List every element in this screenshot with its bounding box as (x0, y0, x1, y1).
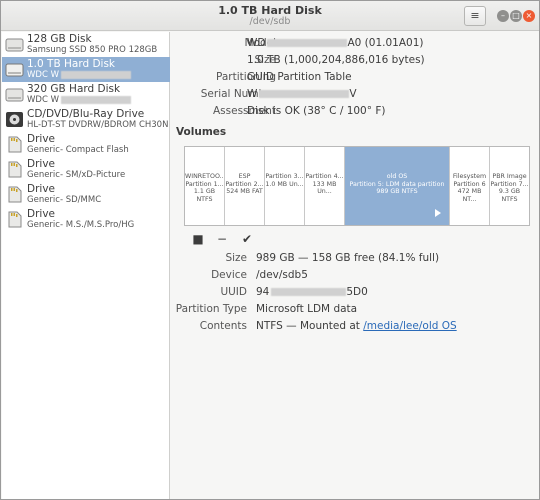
partition-block-3[interactable]: Partition 3... 1.0 MB Un... (265, 147, 305, 225)
assessment-value: Disk is OK (38° C / 100° F) (247, 105, 386, 117)
unmount-stop-icon[interactable]: ■ (191, 232, 205, 246)
partition-size-value: 989 GB — 158 GB free (84.1% full) (256, 252, 440, 264)
drive-item-sm-xd-picture[interactable]: Drive Generic- SM/xD-Picture (2, 157, 170, 182)
hard-disk-icon (5, 63, 24, 77)
drive-item-128gb-disk[interactable]: 128 GB Disk Samsung SSD 850 PRO 128GB (2, 32, 170, 57)
drive-model: Generic- SD/MMC (27, 195, 102, 205)
drive-name: 1.0 TB Hard Disk (27, 58, 116, 70)
drive-name: Drive (27, 208, 55, 220)
hamburger-icon: ≡ (470, 9, 480, 22)
hamburger-menu-button[interactable]: ≡ (464, 6, 486, 26)
partition-block-5-selected[interactable]: old OS Partition 5: LDM data partition 989… (345, 147, 450, 225)
close-button[interactable]: × (523, 10, 535, 22)
uuid-label: UUID (220, 286, 247, 298)
drive-list: 128 GB Disk Samsung SSD 850 PRO 128GB 1.… (2, 32, 170, 499)
drive-name: 128 GB Disk (27, 33, 92, 45)
contents-label: Contents (199, 320, 247, 332)
drive-name: 320 GB Hard Disk (27, 83, 121, 95)
disks-window: 1.0 TB Hard Disk /dev/sdb ≡ – □ × 128 GB… (0, 0, 540, 500)
drive-name: Drive (27, 183, 55, 195)
partition-block-7[interactable]: PBR Image Partition 7... 9.3 GB NTFS (490, 147, 529, 225)
drive-name: CD/DVD/Blu-Ray Drive (27, 108, 145, 120)
model-value: WD A0 (01.01A01) (247, 37, 424, 49)
device-label: Device (211, 269, 247, 281)
title-bar: 1.0 TB Hard Disk /dev/sdb ≡ – □ × (1, 1, 539, 31)
partition-type-label: Partition Type (175, 303, 247, 315)
delete-partition-icon[interactable]: − (215, 232, 229, 246)
contents-value: NTFS — Mounted at /media/lee/old OS (256, 320, 457, 332)
uuid-value: 94 5D0 (256, 286, 368, 298)
drive-item-sd-mmc[interactable]: Drive Generic- SD/MMC (2, 182, 170, 207)
drive-item-optical-drive[interactable]: CD/DVD/Blu-Ray Drive HL-DT-ST DVDRW/BDRO… (2, 107, 170, 132)
partition-map: WINRETOO... Partition 1... 1.1 GB NTFS ESP… (184, 146, 530, 226)
hard-disk-icon (5, 38, 24, 52)
drive-name: Drive (27, 158, 55, 170)
card-reader-icon (8, 186, 22, 203)
mounted-play-icon (435, 209, 441, 217)
drive-model: Generic- SM/xD-Picture (27, 170, 126, 180)
size-value: 1.0 TB (1,000,204,886,016 bytes) (247, 54, 425, 66)
drive-item-1tb-hard-disk[interactable]: 1.0 TB Hard Disk WDC W (2, 57, 170, 82)
disk-details-panel: Model WD A0 (01.01A01) Size 1.0 TB (1,000… (171, 32, 539, 499)
drive-item-ms-pro[interactable]: Drive Generic- M.S./M.S.Pro/HG (2, 207, 170, 232)
hard-disk-icon (5, 88, 24, 102)
card-reader-icon (8, 136, 22, 153)
serial-number-value: WV (247, 88, 357, 100)
drive-name: Drive (27, 133, 55, 145)
drive-model: Generic- Compact Flash (27, 145, 129, 155)
partition-size-label: Size (225, 252, 247, 264)
partitioning-value: GUID Partition Table (247, 71, 352, 83)
partition-block-2[interactable]: ESP Partition 2... 524 MB FAT (225, 147, 265, 225)
drive-model: WDC W (27, 70, 131, 80)
drive-model: Samsung SSD 850 PRO 128GB (27, 45, 158, 55)
drive-model: HL-DT-ST DVDRW/BDROM CH30N (27, 120, 169, 130)
drive-item-320gb-hard-disk[interactable]: 320 GB Hard Disk WDC W (2, 82, 170, 107)
card-reader-icon (8, 161, 22, 178)
partition-type-value: Microsoft LDM data (256, 303, 358, 315)
mount-point-link[interactable]: /media/lee/old OS (363, 320, 456, 332)
window-subtitle: /dev/sdb (249, 16, 291, 27)
drive-model: WDC W (27, 95, 131, 105)
volumes-heading: Volumes (176, 126, 227, 138)
device-value: /dev/sdb5 (256, 269, 308, 281)
partition-block-6[interactable]: Filesystem Partition 6 472 MB NT... (450, 147, 490, 225)
maximize-button[interactable]: □ (510, 10, 522, 22)
partition-block-4[interactable]: Partition 4... 133 MB Un... (305, 147, 345, 225)
optical-drive-icon (6, 112, 23, 127)
minimize-button[interactable]: – (497, 10, 509, 22)
drive-model: Generic- M.S./M.S.Pro/HG (27, 220, 135, 230)
partition-options-check-icon[interactable]: ✔ (240, 232, 254, 246)
partition-block-1[interactable]: WINRETOO... Partition 1... 1.1 GB NTFS (185, 147, 225, 225)
card-reader-icon (8, 211, 22, 228)
drive-item-compact-flash[interactable]: Drive Generic- Compact Flash (2, 132, 170, 157)
